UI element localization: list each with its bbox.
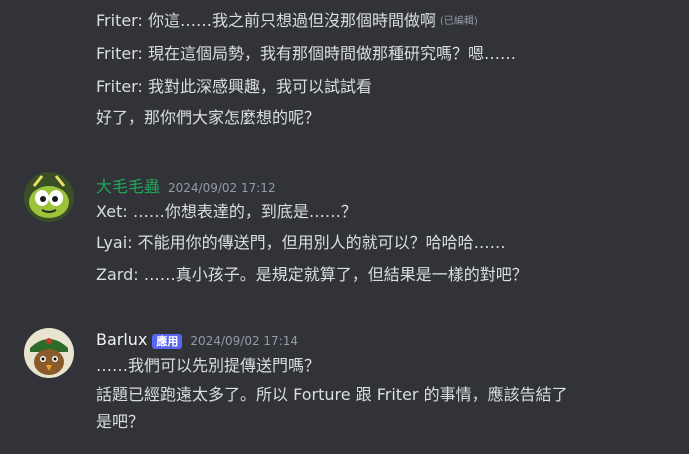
app-badge: 應用	[152, 334, 183, 349]
message-line: Friter: 現在這個局勢，我有那個時間做那種研究嗎？嗯……	[96, 44, 516, 63]
message-line: Xet: ……你想表達的，到底是……？	[96, 202, 357, 221]
bird-soldier-icon	[24, 328, 74, 378]
message-header: Barlux 應用 2024/09/02 17:14	[96, 330, 298, 349]
message-line: 是吧？	[96, 412, 145, 431]
username[interactable]: Barlux	[96, 330, 147, 349]
timestamp[interactable]: 2024/09/02 17:14	[190, 334, 298, 348]
edited-label: (已編輯)	[439, 16, 478, 27]
bird-soldier-avatar[interactable]	[24, 328, 74, 378]
caterpillar-icon	[24, 172, 74, 222]
message-line: 好了，那你們大家怎麼想的呢？	[96, 108, 321, 127]
message-line: 話題已經跑遠太多了。所以 Forture 跟 Friter 的事情，應該告結了	[96, 385, 568, 404]
timestamp[interactable]: 2024/09/02 17:12	[168, 181, 276, 195]
message-header: 大毛毛蟲 2024/09/02 17:12	[96, 173, 276, 197]
message-line: Friter: 你這……我之前只想過但沒那個時間做啊 (已編輯)	[96, 10, 478, 33]
green-caterpillar-avatar[interactable]	[24, 172, 74, 222]
chat-messages: Friter: 你這……我之前只想過但沒那個時間做啊 (已編輯) Friter: …	[0, 0, 689, 454]
message-line: Lyai: 不能用你的傳送門，但用別人的就可以？哈哈哈……	[96, 233, 506, 252]
username[interactable]: 大毛毛蟲	[96, 173, 160, 197]
message-line: ……我們可以先別提傳送門嗎？	[96, 356, 321, 375]
message-line: Friter: 我對此深感興趣，我可以試試看	[96, 77, 372, 96]
message-line: Zard: ……真小孩子。是規定就算了，但結果是一樣的對吧？	[96, 265, 528, 284]
message-text: Friter: 你這……我之前只想過但沒那個時間做啊	[96, 11, 436, 30]
